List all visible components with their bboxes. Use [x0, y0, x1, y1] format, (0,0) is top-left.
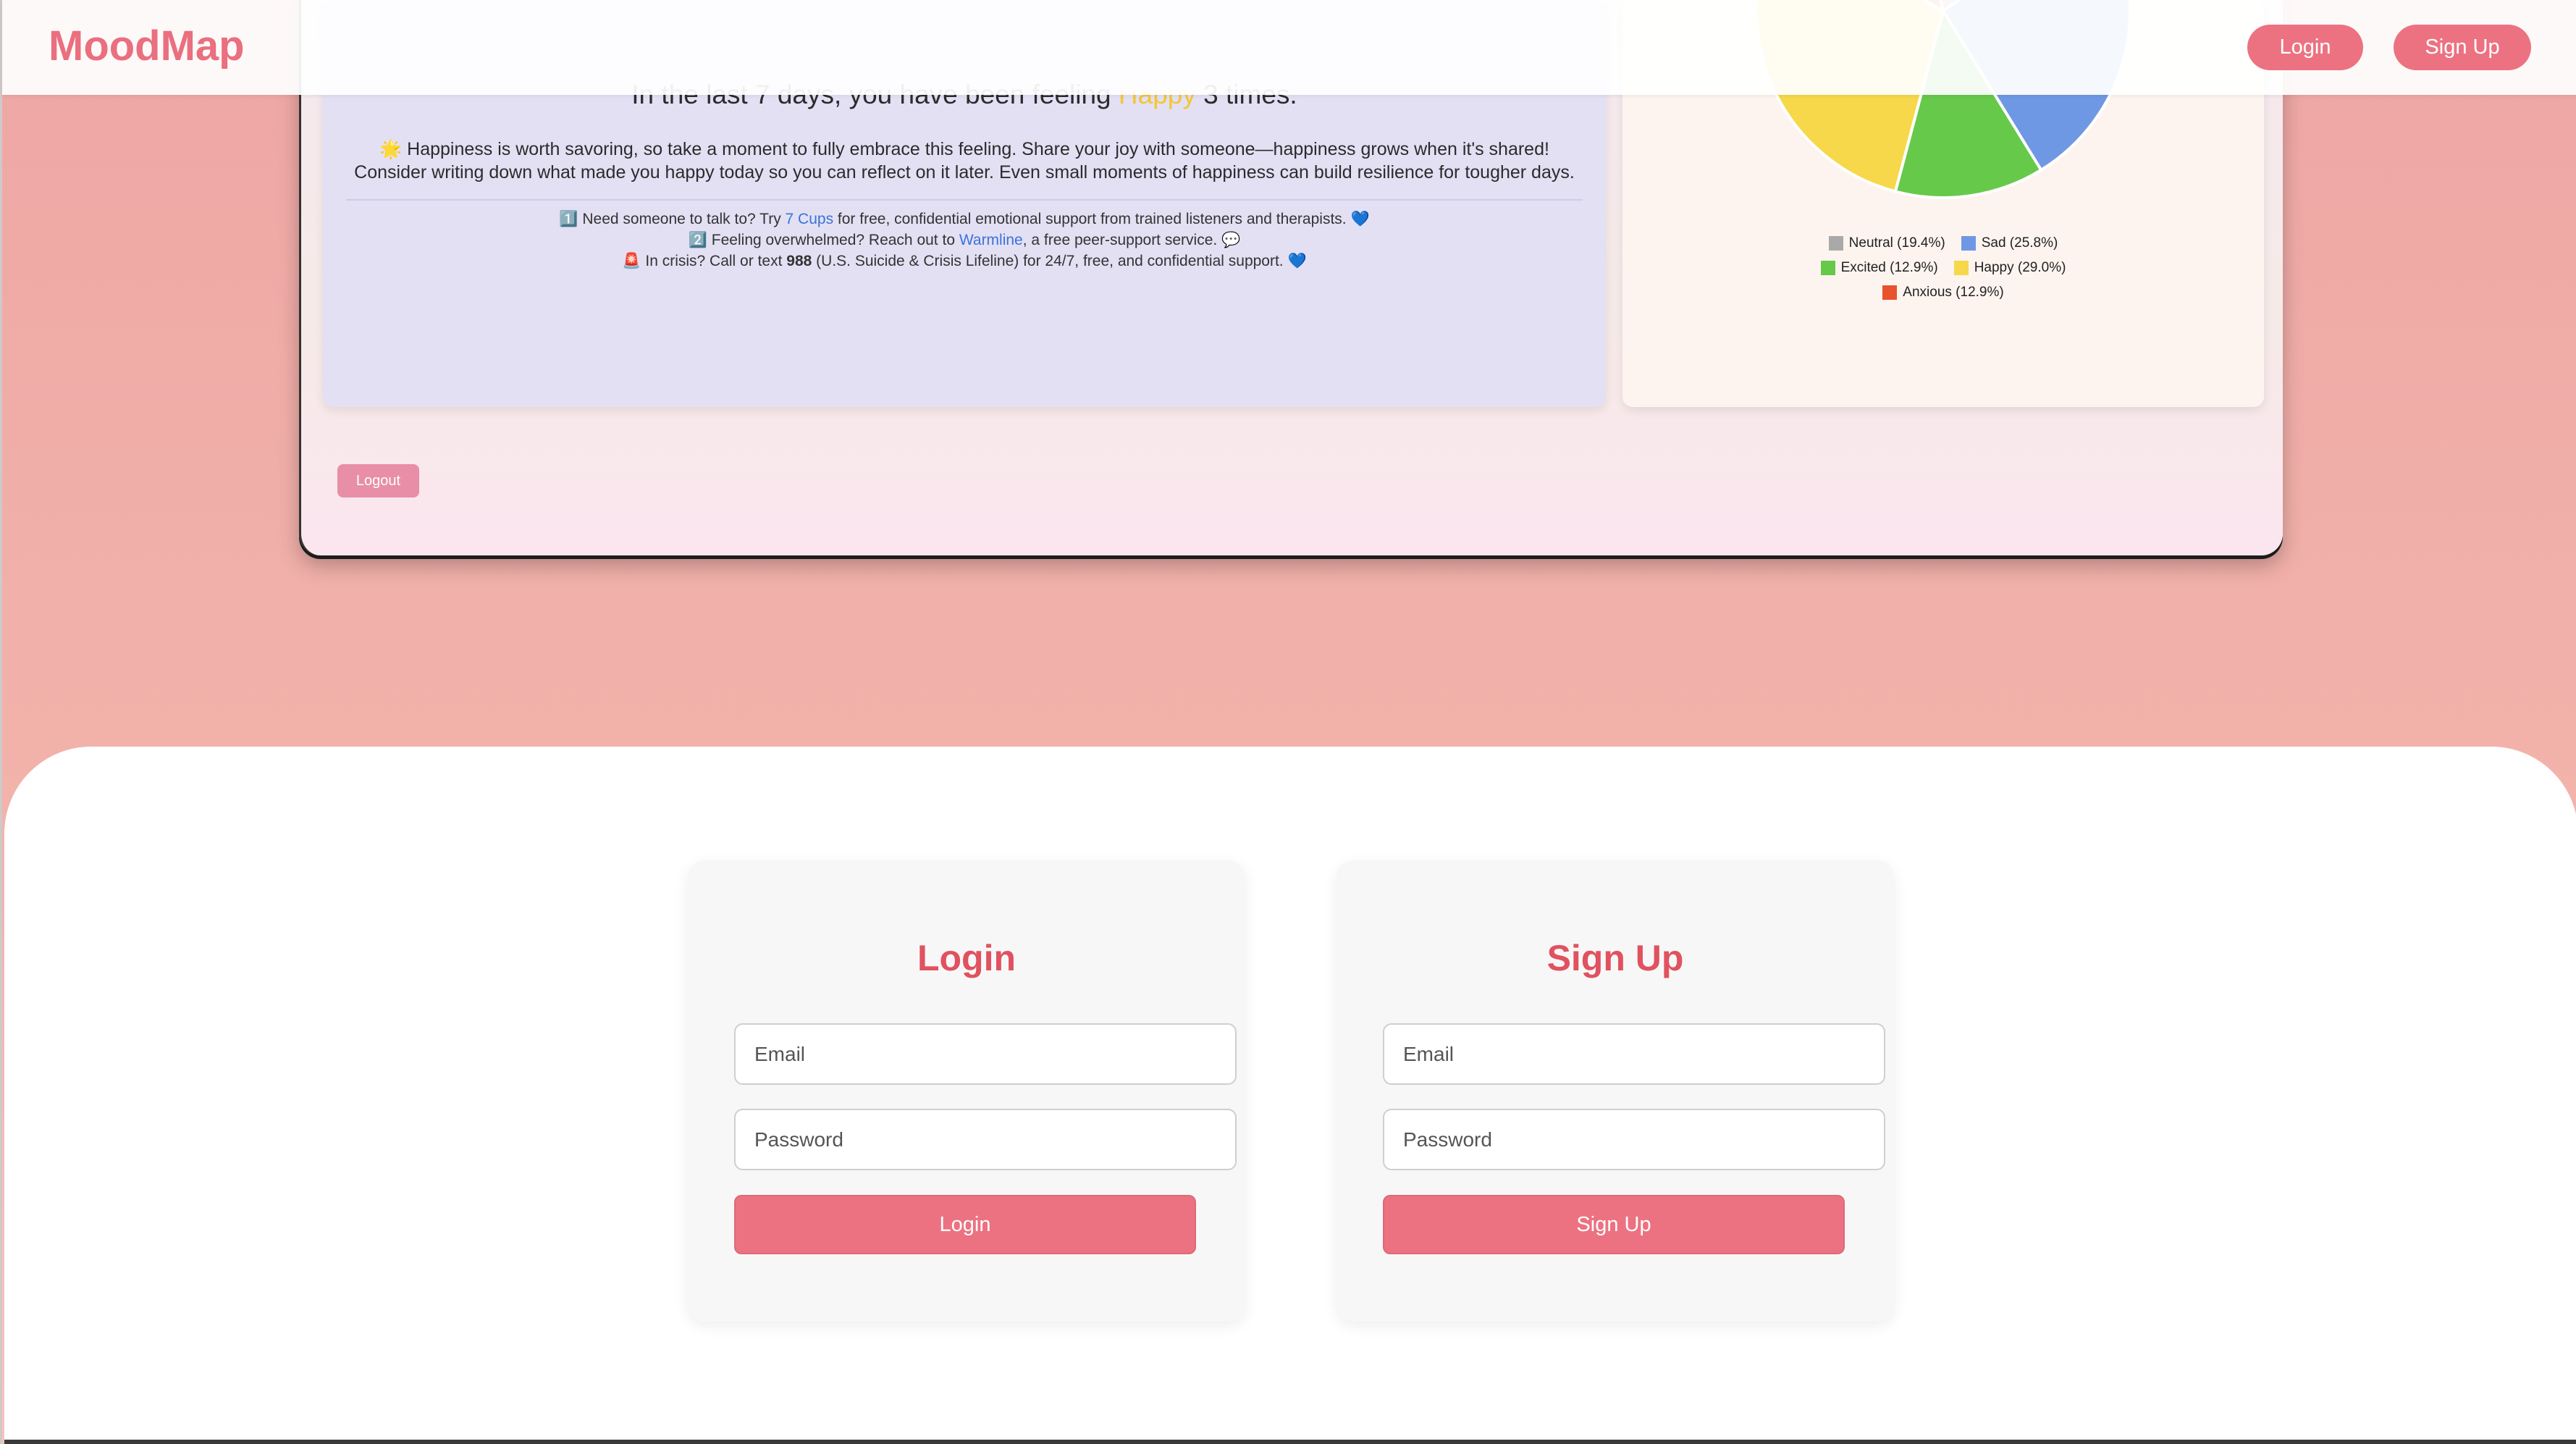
- legend-swatch: [1820, 261, 1835, 275]
- signup-title: Sign Up: [1546, 938, 1684, 978]
- nav-login-button[interactable]: Login: [2247, 25, 2363, 70]
- signup-submit-button[interactable]: Sign Up: [1383, 1195, 1845, 1254]
- logout-button[interactable]: Logout: [337, 464, 419, 498]
- signup-email-input[interactable]: [1383, 1023, 1885, 1085]
- login-password-input[interactable]: [734, 1109, 1237, 1170]
- resource-item: 🚨 In crisis? Call or text 988 (U.S. Suic…: [622, 253, 1307, 269]
- 7-cups-link[interactable]: 7 Cups: [786, 211, 834, 227]
- legend-swatch: [1961, 236, 1976, 251]
- legend-item-anxious[interactable]: Anxious (12.9%): [1882, 285, 2004, 301]
- legend-swatch: [1882, 285, 1898, 300]
- advice-body: Happiness is worth savoring, so take a m…: [354, 139, 1575, 182]
- legend-swatch: [1953, 261, 1969, 275]
- crisis-number: 988: [786, 253, 812, 269]
- top-navbar: MoodMap Login Sign Up: [2, 0, 2576, 95]
- legend-label: Happy (29.0%): [1974, 260, 2066, 275]
- chart-legend: Neutral (19.4%) Sad (25.8%) Excited (12.9%…: [1809, 235, 2077, 301]
- legend-swatch: [1828, 236, 1843, 251]
- legend-item-happy[interactable]: Happy (29.0%): [1953, 260, 2066, 276]
- siren-icon: 🚨: [622, 253, 641, 269]
- legend-label: Anxious (12.9%): [1903, 285, 2004, 300]
- login-submit-button[interactable]: Login: [734, 1195, 1196, 1254]
- resource-item: 1️⃣ Need someone to talk to? Try 7 Cups …: [559, 211, 1370, 227]
- nav-signup-button[interactable]: Sign Up: [2394, 25, 2531, 70]
- legend-item-excited[interactable]: Excited (12.9%): [1820, 260, 1938, 276]
- support-resources: 1️⃣ Need someone to talk to? Try 7 Cups …: [323, 209, 1606, 272]
- app-logo[interactable]: MoodMap: [49, 22, 245, 70]
- star-icon: 🌟: [379, 139, 403, 159]
- warmline-link[interactable]: Warmline: [959, 232, 1023, 248]
- legend-label: Sad (25.8%): [1981, 235, 2058, 251]
- resource-item: 2️⃣ Feeling overwhelmed? Reach out to Wa…: [688, 232, 1241, 248]
- legend-item-sad[interactable]: Sad (25.8%): [1961, 235, 2058, 251]
- login-card: Login Login: [688, 860, 1245, 1322]
- signup-card: Sign Up Sign Up: [1337, 860, 1894, 1322]
- login-title: Login: [917, 938, 1016, 978]
- legend-label: Excited (12.9%): [1840, 260, 1938, 275]
- login-email-input[interactable]: [734, 1023, 1237, 1085]
- legend-item-neutral[interactable]: Neutral (19.4%): [1828, 235, 1945, 251]
- divider: [346, 199, 1583, 201]
- signup-password-input[interactable]: [1383, 1109, 1885, 1170]
- number-two-icon: 2️⃣: [688, 232, 707, 248]
- auth-section: Login Login Sign Up Sign Up: [4, 747, 2576, 1444]
- number-one-icon: 1️⃣: [559, 211, 578, 227]
- mood-advice-text: 🌟 Happiness is worth savoring, so take a…: [352, 138, 1577, 184]
- legend-label: Neutral (19.4%): [1848, 235, 1945, 251]
